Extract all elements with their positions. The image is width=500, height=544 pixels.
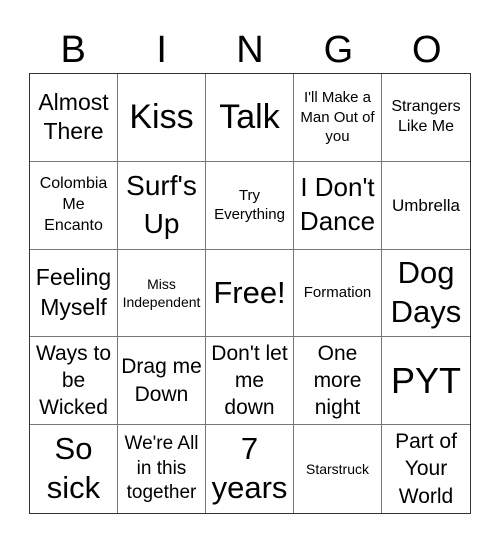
- header-letter-i: I: [156, 29, 167, 71]
- bingo-cell[interactable]: Almost There: [30, 74, 118, 162]
- bingo-cell[interactable]: Feeling Myself: [30, 249, 118, 338]
- header-letter-g: G: [323, 29, 354, 71]
- header-letter-n: N: [236, 29, 264, 71]
- bingo-cell[interactable]: Free!: [206, 249, 294, 338]
- bingo-cell[interactable]: Ways to be Wicked: [30, 337, 118, 426]
- bingo-cell[interactable]: Umbrella: [382, 162, 470, 250]
- bingo-cell[interactable]: Don't let me down: [206, 337, 294, 426]
- bingo-cell[interactable]: I'll Make a Man Out of you: [294, 74, 382, 162]
- bingo-cell[interactable]: I Don't Dance: [294, 161, 382, 250]
- bingo-cell[interactable]: We're All in this together: [118, 425, 206, 513]
- bingo-grid: Almost There Kiss Talk I'll Make a Man O…: [29, 73, 471, 514]
- bingo-cell[interactable]: Talk: [206, 74, 294, 162]
- bingo-cell[interactable]: Kiss: [118, 74, 206, 162]
- bingo-cell[interactable]: So sick: [30, 425, 118, 513]
- header-letter-b: B: [60, 29, 86, 71]
- bingo-cell[interactable]: Surf's Up: [118, 161, 206, 250]
- header-letter-o: O: [412, 29, 442, 71]
- bingo-cell[interactable]: Strangers Like Me: [382, 74, 470, 162]
- bingo-cell[interactable]: PYT: [382, 337, 470, 426]
- bingo-cell[interactable]: Formation: [294, 249, 382, 338]
- bingo-cell[interactable]: Part of Your World: [382, 425, 470, 513]
- bingo-cell[interactable]: Miss Independent: [118, 249, 206, 338]
- bingo-cell[interactable]: One more night: [294, 337, 382, 426]
- bingo-cell[interactable]: Drag me Down: [118, 337, 206, 426]
- bingo-cell[interactable]: Try Everything: [206, 161, 294, 250]
- bingo-cell[interactable]: Starstruck: [294, 425, 382, 513]
- bingo-header: B I N G O: [29, 28, 471, 73]
- bingo-cell[interactable]: Colombia Me Encanto: [30, 161, 118, 250]
- bingo-cell[interactable]: Dog Days: [382, 250, 470, 338]
- bingo-cell[interactable]: 7 years: [206, 425, 294, 513]
